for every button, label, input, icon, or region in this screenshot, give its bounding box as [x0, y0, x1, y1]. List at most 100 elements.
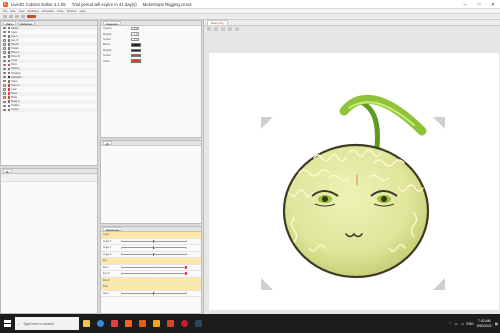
visibility-eye-icon[interactable]	[3, 96, 6, 99]
menu-animation[interactable]: Animation	[42, 9, 54, 13]
visibility-eye-icon[interactable]	[3, 100, 6, 103]
network-icon[interactable]: ▭	[455, 322, 458, 326]
visibility-eye-icon[interactable]	[3, 75, 6, 79]
taskbar-search[interactable]: ⌕ Type here to search	[15, 317, 79, 330]
visibility-eye-icon[interactable]	[3, 84, 6, 87]
file-explorer-icon[interactable]	[79, 314, 93, 333]
select-tool-icon[interactable]	[207, 27, 211, 31]
corner-marker-icon	[433, 117, 445, 129]
visibility-eye-icon[interactable]	[3, 104, 6, 108]
visibility-eye-icon[interactable]	[3, 26, 6, 30]
steam-icon[interactable]	[191, 314, 205, 333]
visibility-eye-icon[interactable]	[3, 47, 6, 50]
slider-knob[interactable]	[185, 272, 187, 276]
brave-icon[interactable]	[107, 314, 121, 333]
slider-knob[interactable]	[152, 291, 155, 295]
visibility-eye-icon[interactable]	[3, 63, 6, 67]
parameter-label: Angle	[103, 233, 110, 237]
inspector-color-swatch[interactable]	[131, 43, 141, 47]
tab-parts[interactable]: Parts	[3, 21, 16, 26]
visibility-eye-icon[interactable]	[3, 71, 6, 75]
visibility-eye-icon[interactable]	[3, 30, 6, 34]
paint-icon[interactable]	[135, 314, 149, 333]
minimize-button[interactable]: ─	[458, 0, 472, 9]
mesh-tool-icon[interactable]	[214, 27, 218, 31]
visibility-eye-icon[interactable]	[3, 59, 6, 62]
edge-icon[interactable]	[93, 314, 107, 333]
menu-help[interactable]: Help	[80, 9, 86, 13]
visibility-eye-icon[interactable]	[3, 55, 6, 58]
opera-icon[interactable]	[177, 314, 191, 333]
inspector-color-swatch[interactable]	[131, 53, 141, 58]
menu-modeling[interactable]: Modeling	[27, 9, 38, 13]
inspector-value-field[interactable]: 1.0	[131, 27, 139, 31]
close-button[interactable]: ✕	[486, 0, 500, 9]
tab-inspector[interactable]: Inspector	[103, 21, 121, 26]
inspector-color-swatch[interactable]	[131, 48, 141, 52]
parts-tree-label: Shadow	[11, 71, 21, 75]
visibility-eye-icon[interactable]	[3, 35, 6, 38]
visibility-eye-icon[interactable]	[3, 80, 6, 83]
language-indicator[interactable]: ENG	[466, 322, 473, 326]
parameter-label: Stem	[103, 291, 109, 295]
rotate-tool-icon[interactable]	[228, 27, 232, 31]
melon-body	[282, 143, 430, 279]
inspector-value-field[interactable]: 1.0	[131, 37, 139, 42]
parameter-slider[interactable]	[121, 272, 187, 276]
part-color-swatch	[7, 84, 11, 87]
save-icon[interactable]	[15, 14, 19, 19]
inspector-value-field[interactable]: 1.0	[131, 32, 139, 36]
open-file-icon[interactable]	[9, 14, 13, 19]
canvas-toolbar	[204, 26, 500, 32]
tab-tool-details[interactable]: ⚙	[3, 169, 12, 174]
slider-knob[interactable]	[152, 246, 155, 250]
explorer-icon[interactable]	[149, 314, 163, 333]
live2d-icon[interactable]	[121, 314, 135, 333]
volume-icon[interactable]: ◁	[461, 322, 464, 326]
undo-icon[interactable]	[21, 14, 25, 19]
slider-knob[interactable]	[152, 252, 155, 256]
chevron-up-icon[interactable]: ⌃	[449, 322, 452, 326]
parameter-slider[interactable]	[121, 246, 187, 250]
visibility-eye-icon[interactable]	[3, 67, 6, 71]
slider-knob[interactable]	[152, 239, 155, 243]
parameter-row[interactable]: Stem	[101, 291, 201, 297]
mode-selector-button[interactable]	[27, 14, 36, 19]
parameter-slider[interactable]	[121, 239, 187, 243]
tab-info[interactable]: ⚙	[103, 141, 112, 146]
parameter-slider[interactable]	[121, 265, 187, 269]
inspector-label: Multiply	[103, 32, 112, 36]
parts-tree-row[interactable]: Group	[1, 107, 97, 112]
office-icon[interactable]	[163, 314, 177, 333]
clock[interactable]: 7:42 AM 5/30/2022	[477, 319, 492, 328]
visibility-eye-icon[interactable]	[3, 43, 6, 46]
visibility-eye-icon[interactable]	[3, 108, 6, 112]
visibility-eye-icon[interactable]	[3, 88, 6, 91]
parameter-slider[interactable]	[121, 252, 187, 256]
menu-window[interactable]: Window	[67, 9, 77, 13]
parts-tree-label: Lines	[11, 59, 18, 63]
visibility-eye-icon[interactable]	[3, 39, 6, 42]
visibility-eye-icon[interactable]	[3, 51, 6, 54]
new-file-icon[interactable]	[3, 14, 7, 19]
menu-view[interactable]: View	[18, 9, 24, 13]
tab-deformer[interactable]: Deformer	[17, 21, 36, 26]
parts-tree: Melon Face Eye L Eye R Mouth Cheek Brow L Brow …	[1, 26, 97, 112]
tab-parameter[interactable]: Parameter	[103, 227, 123, 232]
visibility-eye-icon[interactable]	[3, 92, 6, 95]
part-color-swatch	[7, 71, 11, 75]
menu-file[interactable]: File	[3, 9, 8, 13]
menu-tools[interactable]: Tools	[57, 9, 64, 13]
menu-edit[interactable]: Edit	[11, 9, 16, 13]
maximize-button[interactable]: □	[472, 0, 486, 9]
inspector-color-swatch[interactable]	[131, 59, 141, 63]
deform-tool-icon[interactable]	[221, 27, 225, 31]
zoom-tool-icon[interactable]	[235, 27, 239, 31]
canvas-tab[interactable]: Melon Rig	[207, 20, 228, 25]
parameter-slider[interactable]	[121, 291, 187, 295]
slider-knob[interactable]	[185, 265, 187, 269]
part-color-swatch	[7, 39, 11, 42]
start-button[interactable]	[0, 314, 14, 333]
notification-icon[interactable]: ▤	[495, 322, 498, 326]
model-canvas[interactable]	[209, 53, 499, 310]
